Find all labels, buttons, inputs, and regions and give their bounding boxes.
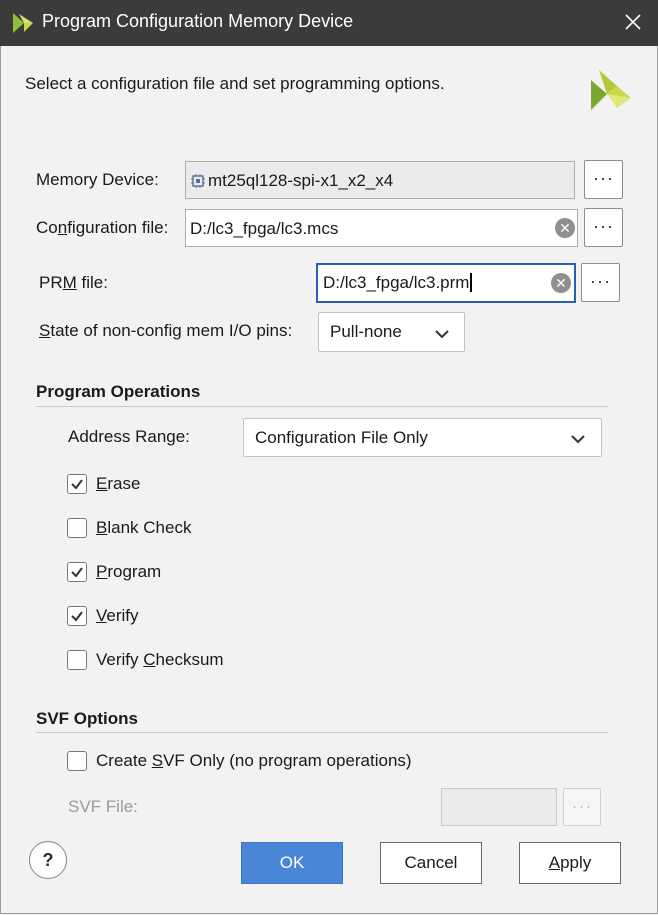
prm-file-label: PRM file: [39, 273, 108, 292]
chevron-down-icon [571, 435, 585, 444]
prm-file-value: D:/lc3_fpga/lc3.prm [323, 265, 473, 301]
program-operations-title: Program Operations [36, 382, 201, 401]
xilinx-logo-icon [13, 13, 33, 33]
blank-check-checkbox[interactable]: Blank Check [66, 516, 266, 542]
xilinx-brand-logo-icon [591, 70, 631, 110]
program-operations-divider [36, 406, 608, 407]
svf-file-label: SVF File: [68, 797, 138, 816]
configuration-file-label: Configuration file: [36, 218, 169, 237]
program-checkbox[interactable]: Program [66, 560, 266, 586]
memory-device-field: mt25ql128-spi-x1_x2_x4 [185, 161, 575, 199]
cancel-button[interactable]: Cancel [380, 842, 482, 884]
window-title: Program Configuration Memory Device [42, 11, 354, 31]
svf-file-browse-button[interactable]: ··· [563, 788, 601, 826]
erase-label: Erase [96, 474, 141, 493]
verify-checkbox[interactable]: Verify [66, 604, 266, 630]
close-icon[interactable] [620, 8, 646, 36]
program-checkbox-box[interactable] [67, 562, 87, 582]
blank-check-label: Blank Check [96, 518, 192, 537]
blank-check-checkbox-box[interactable] [67, 518, 87, 538]
title-bar: Program Configuration Memory Device [0, 0, 658, 46]
memory-device-browse-button[interactable]: ··· [584, 160, 623, 199]
create-svf-only-label: Create SVF Only (no program operations) [96, 751, 412, 770]
create-svf-only-checkbox-box[interactable] [67, 751, 87, 771]
clear-prm-file-icon[interactable]: ✕ [551, 273, 571, 293]
checkmark-icon [71, 611, 83, 622]
io-pins-state-select[interactable]: Pull-none [318, 312, 465, 352]
svf-options-divider [36, 732, 608, 733]
prm-file-browse-button[interactable]: ··· [581, 263, 620, 302]
address-range-label: Address Range: [68, 427, 190, 446]
svf-file-input[interactable] [441, 788, 557, 826]
create-svf-only-checkbox[interactable]: Create SVF Only (no program operations) [66, 749, 446, 775]
help-button[interactable]: ? [29, 841, 67, 879]
verify-checksum-label: Verify Checksum [96, 650, 224, 669]
clear-configuration-file-icon[interactable]: ✕ [555, 218, 575, 238]
checkmark-icon [71, 479, 83, 490]
configuration-file-value: D:/lc3_fpga/lc3.mcs [190, 219, 339, 238]
configuration-file-input[interactable]: D:/lc3_fpga/lc3.mcs ✕ [185, 209, 578, 247]
io-pins-state-value: Pull-none [330, 322, 402, 341]
memory-device-label: Memory Device: [36, 170, 159, 189]
svf-options-title: SVF Options [36, 709, 138, 728]
verify-checksum-checkbox[interactable]: Verify Checksum [66, 648, 286, 674]
address-range-select[interactable]: Configuration File Only [243, 418, 602, 457]
erase-checkbox[interactable]: Erase [66, 472, 266, 498]
io-pins-state-label: State of non-config mem I/O pins: [39, 321, 293, 340]
verify-checkbox-box[interactable] [67, 606, 87, 626]
ok-button[interactable]: OK [241, 842, 343, 884]
checkmark-icon [71, 567, 83, 578]
verify-checksum-checkbox-box[interactable] [67, 650, 87, 670]
chip-icon [191, 174, 205, 188]
memory-device-value: mt25ql128-spi-x1_x2_x4 [208, 171, 394, 190]
verify-label: Verify [96, 606, 139, 625]
erase-checkbox-box[interactable] [67, 474, 87, 494]
dialog-description: Select a configuration file and set prog… [25, 74, 445, 93]
prm-file-input[interactable]: D:/lc3_fpga/lc3.prm ✕ [316, 263, 576, 303]
chevron-down-icon [435, 330, 449, 339]
configuration-file-browse-button[interactable]: ··· [584, 208, 623, 247]
program-label: Program [96, 562, 162, 581]
apply-button[interactable]: Apply [519, 842, 621, 884]
address-range-value: Configuration File Only [255, 428, 428, 447]
